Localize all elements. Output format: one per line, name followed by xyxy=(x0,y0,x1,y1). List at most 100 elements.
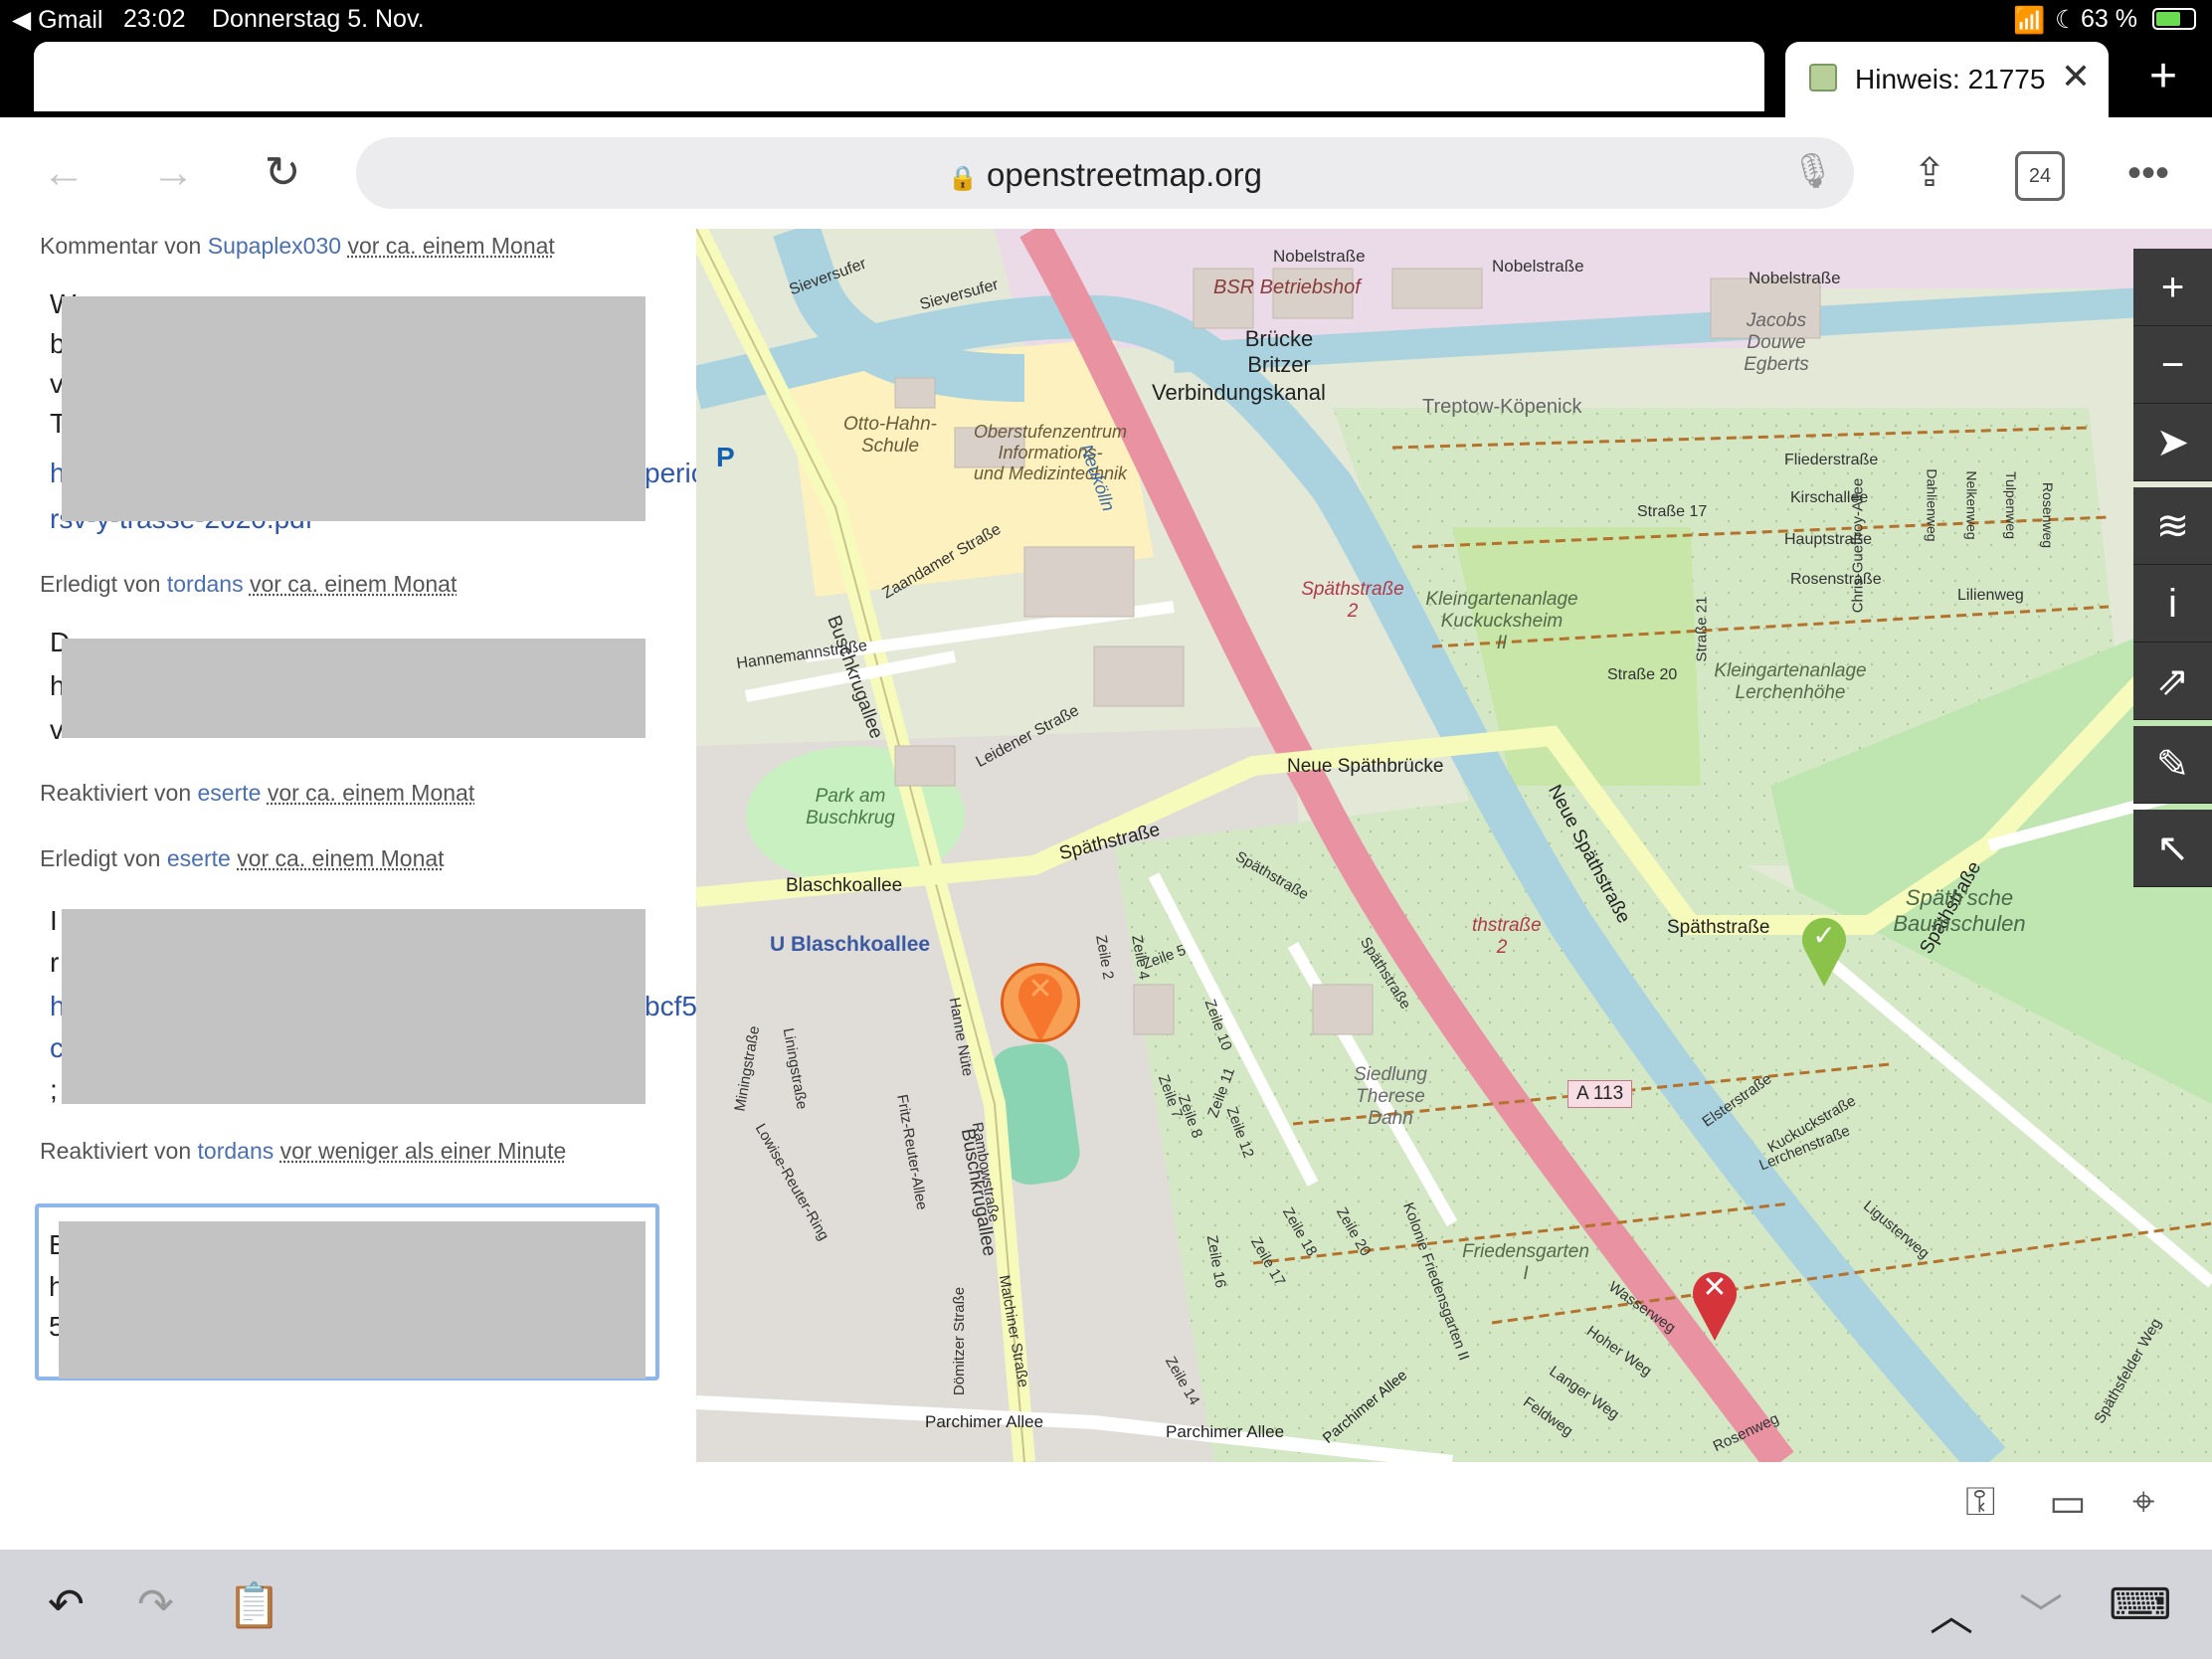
comment-user-link[interactable]: Supaplex030 xyxy=(208,233,341,259)
tab-title: Hinweis: 21775 xyxy=(1855,64,2046,94)
comment-meta: Reaktiviert von eserte vor ca. einem Mon… xyxy=(40,780,474,807)
comment-action: Reaktiviert von xyxy=(40,780,192,806)
note-marker-closed[interactable]: ✓ xyxy=(1798,909,1850,994)
more-icon[interactable]: ••• xyxy=(2119,143,2178,203)
map-label: Kleingartenanlage Kuckucksheim II xyxy=(1425,589,1578,653)
comment-action: Kommentar von xyxy=(40,233,202,259)
address-bar[interactable]: 🔒 openstreetmap.org 🎙 xyxy=(356,137,1854,209)
paste-icon[interactable]: 📋 xyxy=(227,1579,281,1631)
chevron-up-icon[interactable]: ︿ xyxy=(1930,1579,1973,1643)
chevron-down-icon[interactable]: ﹀ xyxy=(2019,1579,2063,1643)
forward-arrow-icon[interactable]: → xyxy=(143,143,203,203)
map-label: Späthstraße 2 xyxy=(1301,579,1404,622)
wifi-icon: 📶 xyxy=(2013,5,2046,35)
redacted-block xyxy=(62,639,645,738)
map-label: Neue Späthbrücke xyxy=(1287,756,1444,777)
map-label: Rosenweg xyxy=(2040,481,2057,549)
lock-icon: 🔒 xyxy=(947,165,978,192)
comment-action: Erledigt von xyxy=(40,571,161,597)
motorway-shield: A 113 xyxy=(1567,1080,1633,1108)
reload-icon[interactable]: ↻ xyxy=(253,143,312,203)
map-label: Jacobs Douwe Egberts xyxy=(1744,310,1809,375)
keyboard-shortcut-bar: ↶ ↷ 📋 ︿ ﹀ ⌨ xyxy=(0,1550,2212,1659)
clock: 23:02 xyxy=(123,5,186,33)
map-label: Späth'sche Baumschulen xyxy=(1893,885,2026,936)
note-comments-panel: Kommentar von Supaplex030 vor ca. einem … xyxy=(0,229,705,1462)
location-pin-icon[interactable]: ⌖ xyxy=(2132,1480,2155,1525)
back-arrow-icon[interactable]: ← xyxy=(34,143,93,203)
tab-blank[interactable] xyxy=(34,42,1764,111)
comment-peek: ; xyxy=(50,1074,58,1105)
map-label: P xyxy=(716,442,735,472)
map-label: Treptow-Köpenick xyxy=(1422,396,1582,418)
note-marker-open[interactable]: ✕ xyxy=(1689,1263,1741,1348)
comment-peek: I xyxy=(50,905,58,936)
info-icon[interactable]: i xyxy=(2133,565,2212,643)
comment-meta: Kommentar von Supaplex030 vor ca. einem … xyxy=(40,233,555,260)
undo-icon[interactable]: ↶ xyxy=(48,1579,85,1630)
comment-peek: r xyxy=(50,947,60,978)
layers-icon[interactable]: ≋ xyxy=(2133,487,2212,565)
map-label: Verbindungskanal xyxy=(1152,380,1326,405)
map-label: Rosenstraße xyxy=(1790,571,1882,588)
url-text: openstreetmap.org xyxy=(987,156,1263,193)
comment-peek-right[interactable]: bcf5 xyxy=(645,991,697,1022)
comment-meta: Reaktiviert von tordans vor weniger als … xyxy=(40,1138,566,1165)
map-label: Chris-Gueffroy-Allee xyxy=(1849,477,1867,614)
redo-icon[interactable]: ↷ xyxy=(137,1579,174,1630)
locate-icon[interactable]: ➤ xyxy=(2133,404,2212,481)
share-map-icon[interactable]: ⇗ xyxy=(2133,643,2212,720)
map-label: Fliederstraße xyxy=(1784,452,1879,468)
comment-textarea[interactable]: E h 5 xyxy=(35,1203,659,1381)
date: Donnerstag 5. Nov. xyxy=(212,5,425,33)
map-label: Tulpenweg xyxy=(2002,471,2019,539)
map-label: Straße 20 xyxy=(1607,666,1678,683)
form-accessory-bar: ⚿ ▭ ⌖ xyxy=(0,1462,2212,1550)
new-tab-button[interactable]: + xyxy=(2133,42,2193,111)
map-label: Dahlienweg xyxy=(1924,468,1940,542)
tab-strip: Hinweis: 21775 ✕ xyxy=(0,40,2212,117)
close-icon[interactable]: ✕ xyxy=(2061,56,2091,97)
browser-toolbar: ← → ↻ 🔒 openstreetmap.org 🎙 ⇪ 24 ••• xyxy=(0,117,2212,230)
comment-user-link[interactable]: eserte xyxy=(198,780,262,806)
comment-user-link[interactable]: tordans xyxy=(167,571,244,597)
microphone-icon[interactable]: 🎙 xyxy=(1791,151,1834,191)
comment-action: Erledigt von xyxy=(40,845,161,871)
map-label: Nobelstraße xyxy=(1273,247,1366,266)
map-label: Dömitzer Straße xyxy=(951,1286,969,1396)
comment-user-link[interactable]: tordans xyxy=(198,1138,275,1164)
comment-time: vor ca. einem Monat xyxy=(237,845,445,871)
comment-user-link[interactable]: eserte xyxy=(167,845,231,871)
credit-card-icon[interactable]: ▭ xyxy=(2049,1480,2087,1526)
map-label: Oberstufenzentrum Informations-und Medizi… xyxy=(973,422,1128,483)
comment-meta: Erledigt von eserte vor ca. einem Monat xyxy=(40,845,445,872)
map-label: Otto-Hahn- Schule xyxy=(843,414,937,457)
comment-time: vor ca. einem Monat xyxy=(249,571,458,597)
map-label: Brücke Britzer xyxy=(1244,326,1314,377)
redacted-block xyxy=(62,909,645,1104)
query-features-icon[interactable]: ↖ xyxy=(2133,810,2212,887)
map-label: Nobelstraße xyxy=(1492,257,1584,276)
map-label: Parchimer Allee xyxy=(925,1412,1044,1431)
map-label: Friedensgarten I xyxy=(1462,1241,1589,1284)
zoom-out-button[interactable]: − xyxy=(2133,326,2212,404)
map-label: Park am Buschkrug xyxy=(806,786,895,829)
map-label: Kleingartenanlage Lerchenhöhe xyxy=(1714,660,1867,703)
share-icon[interactable]: ⇪ xyxy=(1900,143,1959,203)
tab-count-button[interactable]: 24 xyxy=(2015,151,2065,201)
comment-action: Reaktiviert von xyxy=(40,1138,192,1164)
add-note-icon[interactable]: ✎ xyxy=(2133,726,2212,804)
map-label: Nobelstraße xyxy=(1749,269,1841,287)
battery-icon xyxy=(2152,8,2196,30)
keyboard-icon[interactable]: ⌨ xyxy=(2109,1579,2172,1630)
zoom-in-button[interactable]: + xyxy=(2133,249,2212,326)
tab-active[interactable]: Hinweis: 21775 ✕ xyxy=(1785,42,2109,117)
moon-icon: ☾ xyxy=(2055,6,2078,34)
back-app-label: Gmail xyxy=(38,6,103,34)
key-icon[interactable]: ⚿ xyxy=(1965,1480,1995,1525)
map-view[interactable]: Nobelstraße Nobelstraße Nobelstraße BSR … xyxy=(696,229,2212,1462)
status-bar: ◀ Gmail 23:02 Donnerstag 5. Nov. 📶 ☾ 63 … xyxy=(0,0,2212,40)
svg-text:✕: ✕ xyxy=(1702,1270,1727,1305)
back-to-app[interactable]: ◀ Gmail xyxy=(12,5,102,35)
selected-note-highlight xyxy=(1001,963,1080,1042)
